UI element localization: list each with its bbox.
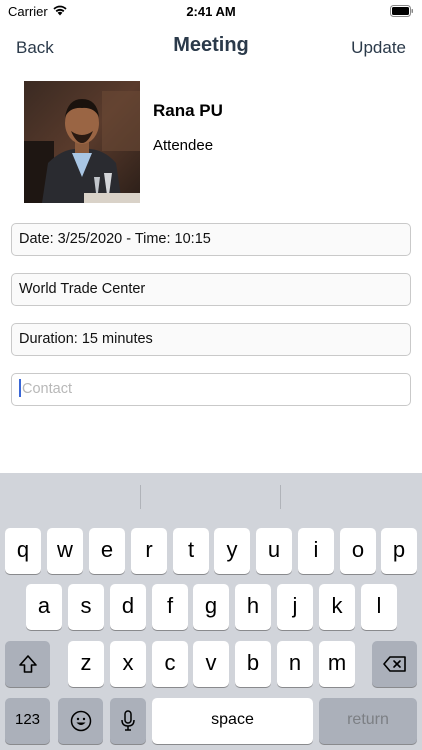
suggestion-divider — [280, 485, 281, 509]
clock: 2:41 AM — [186, 4, 236, 19]
key-v[interactable]: v — [193, 641, 229, 687]
numbers-key[interactable]: 123 — [5, 698, 50, 744]
key-w[interactable]: w — [47, 528, 83, 574]
delete-key[interactable] — [372, 641, 417, 687]
attendee-role: Attendee — [153, 137, 214, 154]
key-q[interactable]: q — [5, 528, 41, 574]
suggestion-divider — [140, 485, 141, 509]
key-z[interactable]: z — [68, 641, 104, 687]
space-key[interactable]: space — [152, 698, 313, 744]
contact-placeholder: Contact — [22, 381, 72, 397]
battery-icon — [390, 5, 413, 17]
shift-icon — [18, 655, 37, 673]
key-p[interactable]: p — [381, 528, 417, 574]
key-a[interactable]: a — [26, 584, 62, 630]
key-x[interactable]: x — [110, 641, 146, 687]
backspace-icon — [382, 656, 406, 672]
shift-key[interactable] — [5, 641, 50, 687]
key-t[interactable]: t — [173, 528, 209, 574]
key-r[interactable]: r — [131, 528, 167, 574]
return-key[interactable]: return — [319, 698, 417, 744]
key-f[interactable]: f — [152, 584, 188, 630]
key-d[interactable]: d — [110, 584, 146, 630]
back-button[interactable]: Back — [16, 38, 54, 58]
text-cursor — [19, 378, 21, 397]
key-g[interactable]: g — [193, 584, 229, 630]
key-e[interactable]: e — [89, 528, 125, 574]
key-o[interactable]: o — [340, 528, 376, 574]
key-y[interactable]: y — [214, 528, 250, 574]
key-n[interactable]: n — [277, 641, 313, 687]
update-button[interactable]: Update — [351, 38, 406, 58]
dictation-key[interactable] — [110, 698, 146, 744]
suggestion-bar — [0, 473, 422, 519]
navigation-bar: Back Meeting Update — [0, 30, 422, 64]
location-field[interactable]: World Trade Center — [11, 273, 411, 306]
key-u[interactable]: u — [256, 528, 292, 574]
key-i[interactable]: i — [298, 528, 334, 574]
key-b[interactable]: b — [235, 641, 271, 687]
key-m[interactable]: m — [319, 641, 355, 687]
datetime-field[interactable]: Date: 3/25/2020 - Time: 10:15 — [11, 223, 411, 256]
attendee-photo — [24, 81, 140, 203]
key-l[interactable]: l — [361, 584, 397, 630]
attendee-name: Rana PU — [153, 101, 223, 120]
keyboard: q w e r t y u i o p a s d f g h j k l z … — [0, 473, 422, 750]
emoji-icon — [70, 710, 91, 732]
duration-field[interactable]: Duration: 15 minutes — [11, 323, 411, 356]
key-k[interactable]: k — [319, 584, 355, 630]
status-bar: Carrier 2:41 AM — [0, 0, 422, 24]
emoji-key[interactable] — [58, 698, 103, 744]
contact-input[interactable]: Contact — [11, 373, 411, 406]
key-s[interactable]: s — [68, 584, 104, 630]
key-c[interactable]: c — [152, 641, 188, 687]
key-h[interactable]: h — [235, 584, 271, 630]
microphone-icon — [121, 710, 135, 731]
key-j[interactable]: j — [277, 584, 313, 630]
